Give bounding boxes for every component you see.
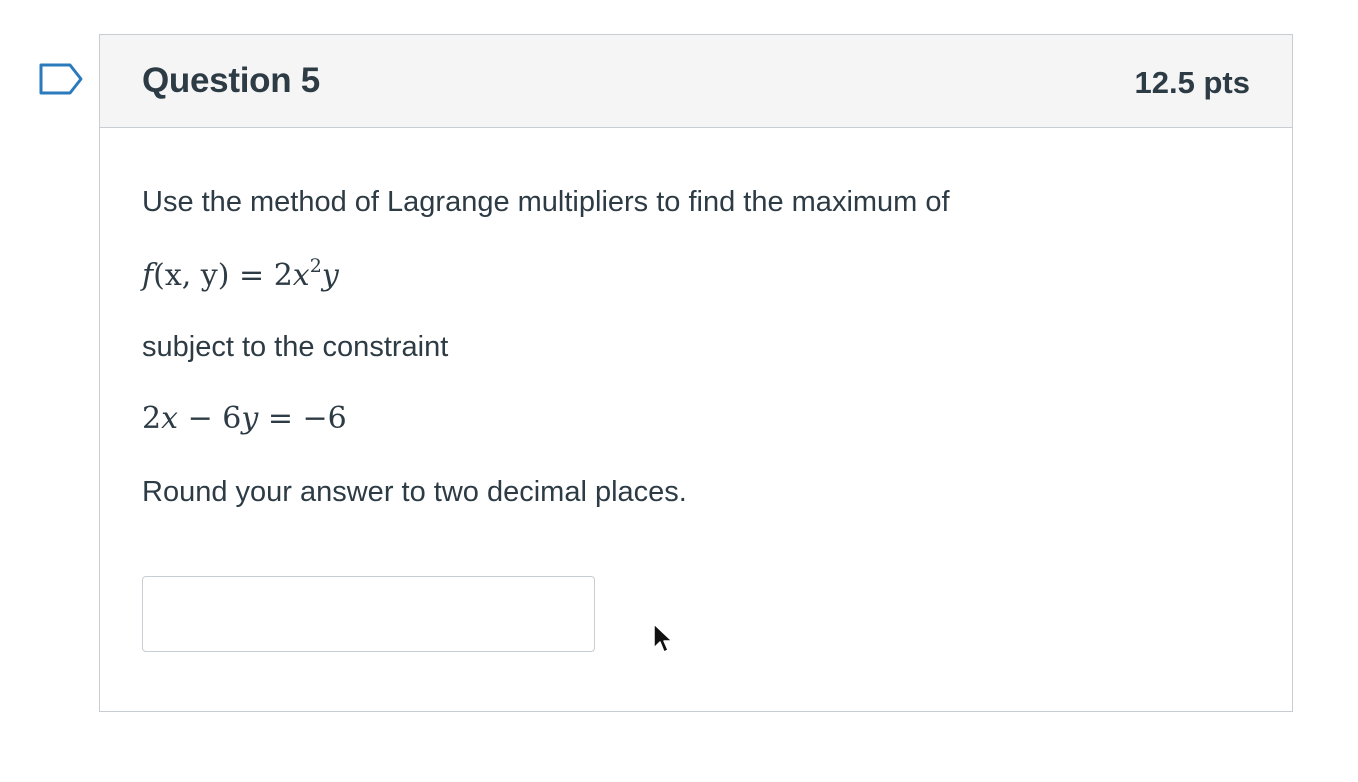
constraint-minus: − — [187, 401, 213, 436]
constraint-equals: = — [267, 401, 293, 436]
answer-input[interactable] — [142, 576, 595, 652]
question-points: 12.5 pts — [1134, 65, 1250, 100]
prompt-line-3: Round your answer to two decimal places. — [142, 476, 687, 508]
prompt-line-1: Use the method of Lagrange multipliers t… — [142, 186, 950, 218]
function-equals: = — [239, 258, 265, 293]
question-header: Question 5 12.5 pts — [100, 35, 1292, 128]
function-name: f — [142, 258, 154, 293]
question-title: Question 5 — [142, 61, 320, 100]
function-exponent: 2 — [309, 255, 322, 277]
mouse-pointer-icon — [652, 622, 674, 656]
function-tail: y — [321, 258, 339, 293]
function-coef: 2 — [273, 258, 293, 293]
prompt-line-2: subject to the constraint — [142, 331, 449, 363]
function-var: x — [292, 258, 310, 293]
constraint-rhs: −6 — [302, 401, 347, 436]
question-card: Question 5 12.5 pts Use the method of La… — [99, 34, 1293, 712]
constraint-var1: x — [161, 401, 179, 436]
flag-question-icon[interactable] — [38, 62, 84, 96]
constraint-coef1: 2 — [142, 401, 162, 436]
constraint-expression: 2x − 6y = −6 — [142, 401, 347, 436]
constraint-coef2: 6 — [222, 401, 242, 436]
constraint-var2: y — [241, 401, 259, 436]
function-args: (x, y) — [153, 258, 230, 293]
function-expression: f(x, y) = 2x2y — [142, 255, 339, 294]
